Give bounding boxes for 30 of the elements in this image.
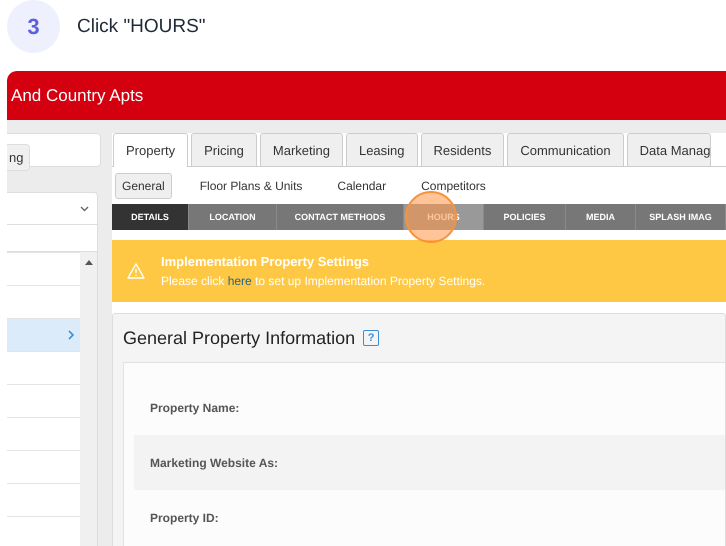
step-number: 3: [7, 0, 60, 53]
sidebar-button[interactable]: ng: [7, 144, 30, 171]
warning-icon: [127, 263, 145, 279]
alert-text: Please click: [161, 274, 224, 288]
subtab[interactable]: Calendar: [330, 172, 394, 198]
panel-title: General Property Information: [123, 328, 356, 348]
field-label: Property ID:: [149, 510, 220, 526]
tab[interactable]: Property: [113, 133, 188, 167]
step-instruction: Click "HOURS": [77, 16, 206, 38]
tab[interactable]: Communication: [507, 133, 624, 166]
list-row[interactable]: [7, 318, 80, 351]
app-title: And Country Apts: [7, 71, 726, 120]
scrollbar[interactable]: [80, 252, 97, 546]
field-label: Marketing Website As:: [134, 435, 725, 490]
field-label: Property Name:: [149, 400, 240, 416]
tab[interactable]: Residents: [420, 133, 504, 166]
subtab[interactable]: Competitors: [414, 172, 493, 198]
tab[interactable]: Leasing: [346, 133, 418, 166]
alert-title: Implementation Property Settings: [161, 254, 370, 269]
section-tab[interactable]: DETAILS: [112, 204, 189, 230]
here-link[interactable]: here: [228, 274, 252, 288]
subtab[interactable]: General: [115, 172, 172, 198]
tab[interactable]: Data Manag: [626, 133, 712, 166]
tab[interactable]: Pricing: [191, 133, 257, 166]
scroll-up-icon[interactable]: [84, 260, 92, 265]
subtab[interactable]: Floor Plans & Units: [192, 172, 310, 198]
chevron-down-icon: [80, 206, 89, 212]
chevron-right-icon: [68, 330, 74, 340]
tab[interactable]: Marketing: [260, 133, 343, 166]
alert-text: to set up Implementation Property Settings.: [255, 274, 486, 288]
